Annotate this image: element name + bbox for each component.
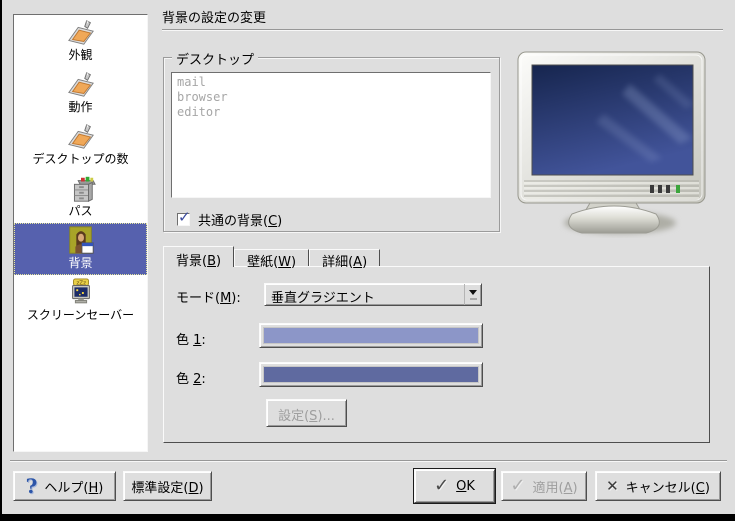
color1-button[interactable] xyxy=(259,323,483,348)
paths-icon xyxy=(65,174,97,204)
color2-button[interactable] xyxy=(259,362,483,387)
settings-tabs: 背景(B) 壁紙(W) 詳細(A) xyxy=(163,246,380,266)
checkbox-box[interactable]: ✓ xyxy=(177,213,190,226)
title-separator xyxy=(162,29,723,31)
settings-window: 背景の設定の変更 外観 動作 xyxy=(0,0,735,521)
monitor-button xyxy=(658,185,662,193)
help-button-label: ヘルプ(H) xyxy=(44,477,103,496)
chevron-down-icon xyxy=(469,290,477,295)
background-tabpanel: モード(M): 垂直グラジエント 色 1: 色 2: 設定(S)... xyxy=(163,266,710,443)
sidebar-item-label: 外観 xyxy=(67,48,93,63)
mode-value: 垂直グラジエント xyxy=(265,284,464,305)
ok-button-default-frame: ✓ OK xyxy=(413,468,496,504)
color1-label: 色 1: xyxy=(176,329,206,348)
setup-button[interactable]: 設定(S)... xyxy=(266,399,347,427)
background-icon xyxy=(65,226,97,256)
apply-button-label: 適用(A) xyxy=(533,477,578,496)
module-list: 外観 動作 デスクトップの数 xyxy=(13,14,148,452)
check-icon: ✓ xyxy=(434,477,449,495)
screensaver-icon: zZz xyxy=(65,278,97,308)
color2-swatch xyxy=(264,367,478,382)
defaults-button[interactable]: 標準設定(D) xyxy=(123,471,212,501)
dialog-panel: 背景の設定の変更 外観 動作 xyxy=(2,0,735,514)
apply-button[interactable]: ✓ 適用(A) xyxy=(501,471,587,501)
combobox-dash xyxy=(470,298,477,300)
desktop-list-item[interactable]: browser xyxy=(177,90,485,105)
desktop-list-item[interactable]: mail xyxy=(177,75,485,90)
checkmark-icon: ✓ xyxy=(178,208,191,226)
color1-swatch xyxy=(264,328,478,343)
checkbox-label: 共通の背景(C) xyxy=(198,210,282,229)
tab-advanced[interactable]: 詳細(A) xyxy=(309,249,380,266)
desktop-list-item[interactable]: editor xyxy=(177,105,485,120)
sidebar-item-label: パス xyxy=(67,204,93,219)
defaults-button-label: 標準設定(D) xyxy=(131,477,203,496)
cancel-button-label: キャンセル(C) xyxy=(626,477,710,496)
close-icon: ✕ xyxy=(606,479,619,494)
ok-button[interactable]: ✓ OK xyxy=(414,469,495,503)
ok-button-label: OK xyxy=(456,479,475,494)
sidebar-item-label: スクリーンセーバー xyxy=(26,308,135,323)
sidebar-item-behavior[interactable]: 動作 xyxy=(14,67,147,119)
monitor-preview xyxy=(510,46,710,238)
color2-label: 色 2: xyxy=(176,368,206,387)
monitor-power-led xyxy=(676,185,680,193)
behavior-icon xyxy=(65,70,97,100)
sidebar-item-label: 動作 xyxy=(67,100,93,115)
help-button[interactable]: ? ヘルプ(H) xyxy=(13,471,116,501)
sidebar-item-desktops[interactable]: デスクトップの数 xyxy=(14,119,147,171)
sidebar-item-appearance[interactable]: 外観 xyxy=(14,15,147,67)
mode-label: モード(M): xyxy=(176,287,241,306)
check-icon: ✓ xyxy=(510,477,525,495)
mode-combobox[interactable]: 垂直グラジエント xyxy=(264,283,482,306)
help-icon: ? xyxy=(26,476,38,496)
desktop-groupbox: デスクトップ mail browser editor ✓ 共通の背景(C) xyxy=(163,57,500,232)
sidebar-item-label: 背景 xyxy=(67,256,93,271)
common-background-checkbox[interactable]: ✓ 共通の背景(C) xyxy=(177,210,282,229)
cancel-button[interactable]: ✕ キャンセル(C) xyxy=(595,471,721,501)
sidebar-item-background[interactable]: 背景 xyxy=(14,223,147,275)
desktop-groupbox-title: デスクトップ xyxy=(172,49,258,68)
sidebar-item-screensaver[interactable]: zZz スクリーンセーバー xyxy=(14,275,147,327)
tab-wallpaper[interactable]: 壁紙(W) xyxy=(234,249,309,266)
page-title: 背景の設定の変更 xyxy=(162,7,266,26)
sidebar-item-label: デスクトップの数 xyxy=(31,152,129,167)
monitor-button xyxy=(666,185,670,193)
appearance-icon xyxy=(65,18,97,48)
sidebar-item-paths[interactable]: パス xyxy=(14,171,147,223)
desktops-icon xyxy=(65,122,97,152)
monitor-button xyxy=(650,185,654,193)
footer-separator xyxy=(10,460,727,462)
desktop-listbox[interactable]: mail browser editor xyxy=(171,72,491,198)
combobox-dropdown-button[interactable] xyxy=(464,284,481,305)
tab-background[interactable]: 背景(B) xyxy=(163,246,234,267)
